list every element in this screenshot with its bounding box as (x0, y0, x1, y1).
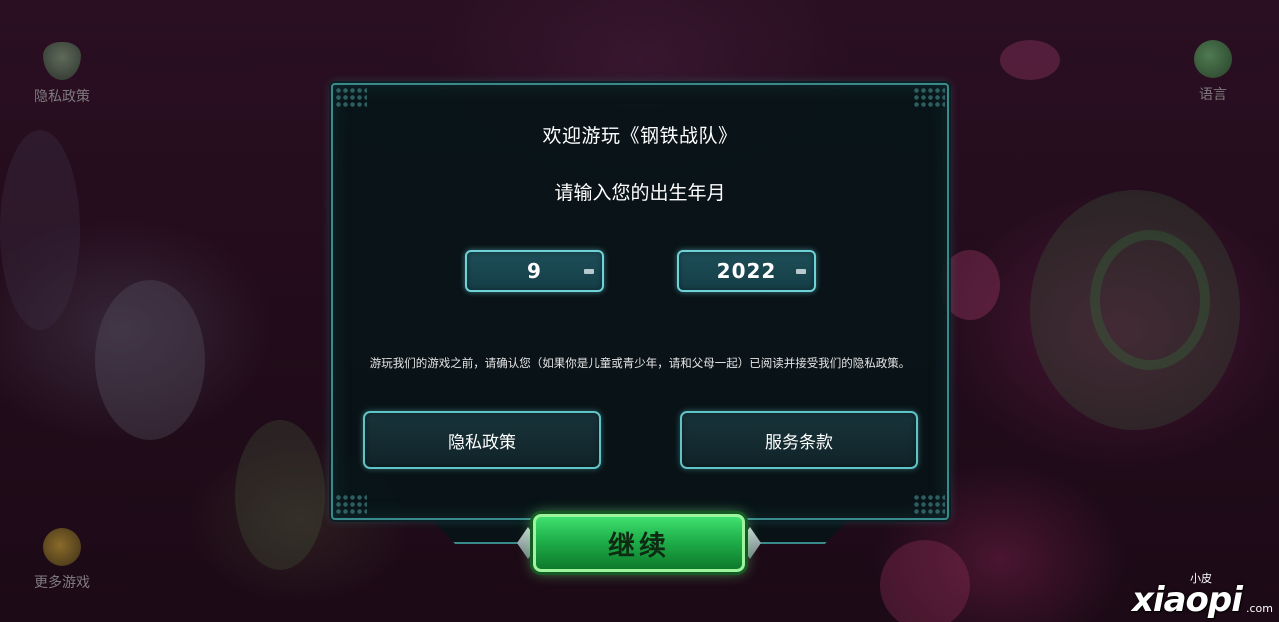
watermark-domain-suffix: .com (1246, 602, 1273, 615)
hex-decoration (335, 87, 367, 109)
side-more-games-button[interactable]: 更多游戏 (22, 528, 102, 592)
side-privacy-button[interactable]: 隐私政策 (22, 42, 102, 106)
dropdown-arrow-icon (584, 269, 594, 274)
year-selector[interactable]: 2022 (677, 250, 816, 292)
hex-decoration (913, 87, 945, 109)
bg-soldier-bottom (235, 420, 325, 570)
side-language-button[interactable]: 语言 (1173, 40, 1253, 104)
bg-ring-right (1090, 230, 1210, 370)
terms-of-service-label: 服务条款 (765, 432, 833, 453)
bg-character-left (95, 280, 205, 440)
dialog-title: 欢迎游玩《钢铁战队》 (542, 125, 738, 147)
bg-flower-right (940, 250, 1000, 320)
game-controller-icon (43, 528, 81, 566)
continue-label: 继续 (608, 530, 670, 562)
hex-decoration (335, 494, 367, 516)
birthdate-dialog: 欢迎游玩《钢铁战队》 请输入您的出生年月 9 2022 游玩我们的游戏之前，请确… (331, 83, 949, 520)
year-value: 2022 (716, 259, 777, 283)
side-privacy-label: 隐私政策 (34, 89, 90, 105)
site-watermark: 小皮 xiaopi .com (1132, 570, 1277, 620)
privacy-policy-label: 隐私政策 (448, 432, 516, 453)
bg-plant-bottom (880, 540, 970, 622)
shield-icon (43, 42, 81, 80)
month-value: 9 (527, 259, 542, 283)
watermark-logo-text: xiaopi (1132, 580, 1243, 620)
privacy-policy-button[interactable]: 隐私政策 (363, 411, 601, 469)
birthdate-prompt: 请输入您的出生年月 (554, 182, 726, 204)
terms-of-service-button[interactable]: 服务条款 (680, 411, 918, 469)
month-selector[interactable]: 9 (465, 250, 604, 292)
bg-tower-left (0, 130, 80, 330)
hex-decoration (913, 494, 945, 516)
side-language-label: 语言 (1199, 87, 1227, 103)
side-more-games-label: 更多游戏 (34, 575, 90, 591)
bg-ship-top (1000, 40, 1060, 80)
globe-icon (1194, 40, 1232, 78)
dropdown-arrow-icon (796, 269, 806, 274)
privacy-notice: 游玩我们的游戏之前，请确认您（如果你是儿童或青少年，请和父母一起）已阅读并接受我… (369, 356, 911, 370)
continue-button[interactable]: 继续 (533, 514, 745, 572)
